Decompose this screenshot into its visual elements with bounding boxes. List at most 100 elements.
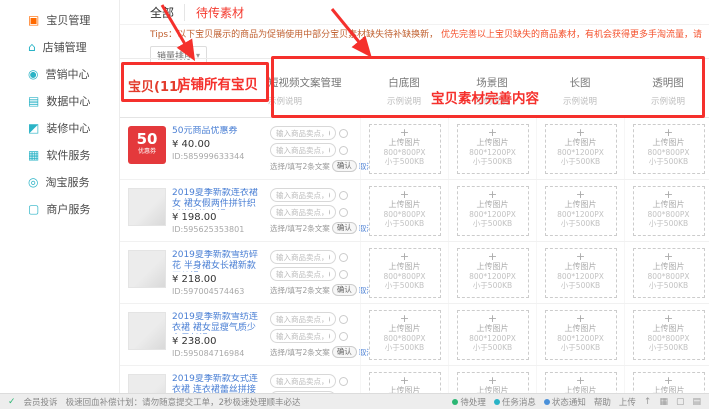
- radio-icon[interactable]: [339, 270, 348, 279]
- column-header-sub-link[interactable]: 示例说明: [448, 95, 536, 107]
- upload-limit: 小于500KB: [458, 219, 528, 228]
- statusbar-item[interactable]: 待处理: [452, 396, 486, 408]
- upload-size: 800*1200PX: [458, 272, 528, 281]
- sidebar-item-zhuangxiu[interactable]: ◩装修中心: [28, 114, 119, 141]
- product-title-link[interactable]: 2019夏季新款女式连衣裙 连衣裙蕾丝拼接中长款: [172, 374, 264, 393]
- upload-image-button[interactable]: +上传图片800*1200PX小于500KB: [545, 124, 617, 174]
- selling-point-input[interactable]: [270, 205, 336, 219]
- selling-point-row: [270, 374, 359, 388]
- selling-point-input[interactable]: [270, 329, 336, 343]
- selling-point-input[interactable]: [270, 188, 336, 202]
- radio-icon[interactable]: [339, 146, 348, 155]
- statusbar-item[interactable]: 会员投诉: [24, 396, 58, 408]
- selling-point-input[interactable]: [270, 126, 336, 140]
- selling-point-input[interactable]: [270, 374, 336, 388]
- radio-icon[interactable]: [339, 191, 348, 200]
- upload-limit: 小于500KB: [634, 219, 704, 228]
- statusbar-item[interactable]: 状态通知: [544, 396, 586, 408]
- status-dot: [494, 399, 500, 405]
- upload-image-button[interactable]: +上传图片800*800PX小于500KB: [633, 372, 705, 393]
- selling-point-input[interactable]: [270, 250, 336, 264]
- column-header-sub-link[interactable]: 示例说明: [624, 95, 709, 107]
- upload-image-button[interactable]: +上传图片800*800PX小于500KB: [369, 248, 441, 298]
- column-header-product: 宝贝(11): [120, 59, 268, 117]
- upload-cell-scene: +上传图片800*1200PX小于500KB: [448, 180, 536, 241]
- upload-text: 上传图片: [546, 324, 616, 334]
- upload-image-button[interactable]: +上传图片800*1200PX小于500KB: [457, 248, 529, 298]
- statusbar-icon[interactable]: ↑: [644, 397, 652, 407]
- tab-pending-material[interactable]: 待传素材: [184, 4, 244, 21]
- upload-image-button[interactable]: +上传图片800*800PX小于500KB: [633, 248, 705, 298]
- upload-image-button[interactable]: +上传图片800*800PX小于500KB: [633, 124, 705, 174]
- column-header-label: 白底图: [360, 75, 448, 90]
- radio-icon[interactable]: [339, 377, 348, 386]
- copy-cell: 选择/填写2条文案确认取消: [268, 242, 360, 303]
- product-title-link[interactable]: 2019夏季新款连衣裙女 裙女假两件拼针织衫半袖连衣裙: [172, 188, 264, 210]
- upload-image-button[interactable]: +上传图片800*800PX小于500KB: [369, 372, 441, 393]
- upload-size: 800*1200PX: [546, 272, 616, 281]
- sidebar-item-shuju[interactable]: ▤数据中心: [28, 87, 119, 114]
- upload-image-button[interactable]: +上传图片800*800PX小于500KB: [369, 186, 441, 236]
- upload-image-button[interactable]: +上传图片800*1200PX小于500KB: [545, 248, 617, 298]
- upload-text: 上传图片: [458, 324, 528, 334]
- upload-image-button[interactable]: +上传图片800*800PX小于500KB: [369, 310, 441, 360]
- upload-image-button[interactable]: +上传图片800*800PX小于500KB: [633, 186, 705, 236]
- sidebar-item-dianpu[interactable]: ⌂店铺管理: [28, 33, 119, 60]
- table-row: 2019夏季新款雪纺连衣裙 裙女显瘦气质少女风长裙¥ 238.00ID:5950…: [120, 304, 709, 366]
- product-thumbnail: [128, 312, 166, 350]
- upload-image-button[interactable]: +上传图片800*1200PX小于500KB: [457, 310, 529, 360]
- tao-icon: ◎: [28, 176, 38, 188]
- product-title-link[interactable]: 2019夏季新款雪纺碎花 半身裙女长裙新款网纱裙: [172, 250, 264, 272]
- upload-image-button[interactable]: +上传图片800*800PX小于500KB: [633, 310, 705, 360]
- statusbar-icon[interactable]: ▦: [659, 397, 668, 407]
- statusbar-icon[interactable]: ▢: [676, 397, 685, 407]
- confirm-button[interactable]: 确认: [332, 284, 357, 296]
- sidebar-item-baobei[interactable]: ▣宝贝管理: [28, 6, 119, 33]
- sidebar: ▣宝贝管理⌂店铺管理◉营销中心▤数据中心◩装修中心▦软件服务◎淘宝服务▢商户服务: [0, 0, 120, 393]
- product-thumbnail: [128, 188, 166, 226]
- confirm-button[interactable]: 确认: [332, 222, 357, 234]
- tab-all[interactable]: 全部: [150, 4, 174, 21]
- upload-image-button[interactable]: +上传图片800*1200PX小于500KB: [457, 186, 529, 236]
- product-info: 2019夏季新款雪纺连衣裙 裙女显瘦气质少女风长裙¥ 238.00ID:5950…: [172, 312, 264, 365]
- selling-point-input[interactable]: [270, 312, 336, 326]
- column-header-whitebg: 白底图示例说明: [360, 59, 448, 117]
- sidebar-item-taobao[interactable]: ◎淘宝服务: [28, 168, 119, 195]
- sidebar-item-yingxiao[interactable]: ◉营销中心: [28, 60, 119, 87]
- statusbar-item[interactable]: 帮助: [594, 396, 611, 408]
- statusbar-item[interactable]: 极速回血补偿计划：请勿随意提交工单，2秒极速处理顺丰必达: [66, 396, 301, 408]
- upload-image-button[interactable]: +上传图片800*800PX小于500KB: [369, 124, 441, 174]
- radio-icon[interactable]: [339, 129, 348, 138]
- radio-icon[interactable]: [339, 208, 348, 217]
- upload-image-button[interactable]: +上传图片800*1200PX小于500KB: [545, 372, 617, 393]
- column-header-sub-link[interactable]: 示例说明: [536, 95, 624, 107]
- upload-text: 上传图片: [634, 386, 704, 393]
- copy-actions: 选择/填写2条文案确认取消: [270, 222, 359, 234]
- table-row: 2019夏季新款雪纺碎花 半身裙女长裙新款网纱裙¥ 218.00ID:59700…: [120, 242, 709, 304]
- selling-point-input[interactable]: [270, 267, 336, 281]
- statusbar-icon[interactable]: ▤: [692, 397, 701, 407]
- upload-size: 800*800PX: [370, 334, 440, 343]
- status-dot: [544, 399, 550, 405]
- product-title-link[interactable]: 50元商品优惠券: [172, 126, 244, 137]
- confirm-button[interactable]: 确认: [332, 346, 357, 358]
- product-title-link[interactable]: 2019夏季新款雪纺连衣裙 裙女显瘦气质少女风长裙: [172, 312, 264, 334]
- selling-point-input[interactable]: [270, 143, 336, 157]
- radio-icon[interactable]: [339, 315, 348, 324]
- column-header-sub-link[interactable]: 示例说明: [360, 95, 448, 107]
- copy-hint: 选择/填写2条文案: [270, 161, 330, 172]
- confirm-button[interactable]: 确认: [332, 160, 357, 172]
- product-cell: 50优惠券50元商品优惠券¥ 40.00ID:585999633344: [120, 118, 268, 179]
- radio-icon[interactable]: [339, 253, 348, 262]
- radio-icon[interactable]: [339, 332, 348, 341]
- sidebar-item-shanghu[interactable]: ▢商户服务: [28, 195, 119, 222]
- statusbar-item[interactable]: 上传: [619, 396, 636, 408]
- upload-image-button[interactable]: +上传图片800*1200PX小于500KB: [457, 124, 529, 174]
- upload-image-button[interactable]: +上传图片800*1200PX小于500KB: [545, 186, 617, 236]
- upload-image-button[interactable]: +上传图片800*1200PX小于500KB: [457, 372, 529, 393]
- upload-image-button[interactable]: +上传图片800*1200PX小于500KB: [545, 310, 617, 360]
- sidebar-item-ruanjian[interactable]: ▦软件服务: [28, 141, 119, 168]
- product-id: ID:595625353801: [172, 225, 264, 234]
- column-header-copy-sub-link[interactable]: 示例说明: [268, 95, 360, 107]
- statusbar-item[interactable]: 任务消息: [494, 396, 536, 408]
